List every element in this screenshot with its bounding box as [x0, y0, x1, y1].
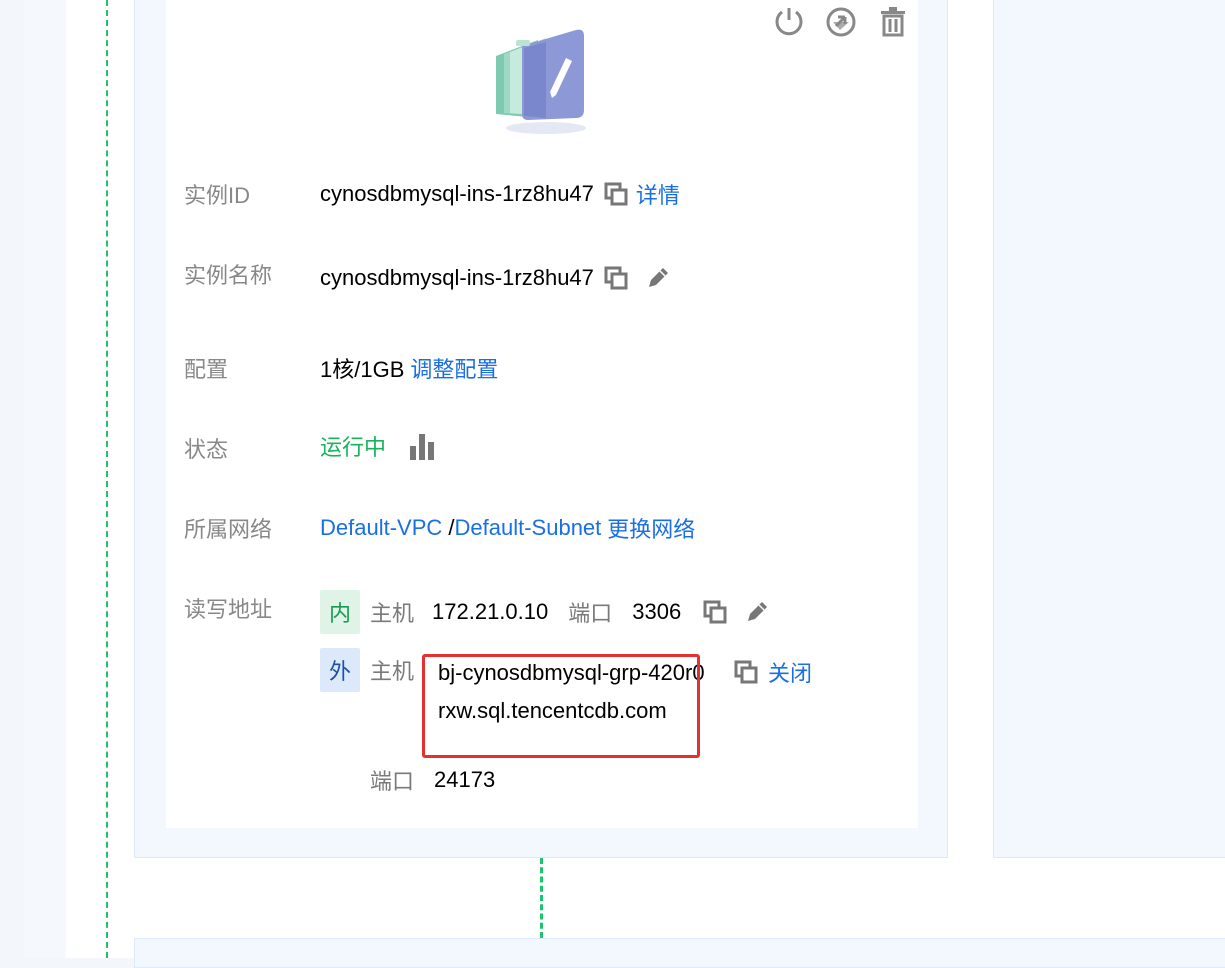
copy-icon[interactable] — [701, 598, 729, 626]
copy-icon[interactable] — [732, 658, 760, 686]
instance-name-value: cynosdbmysql-ins-1rz8hu47 — [320, 265, 594, 290]
network-label: 所属网络 — [184, 517, 273, 542]
side-panel — [993, 0, 1225, 858]
vpc-link[interactable]: Default-VPC — [320, 515, 442, 541]
edit-icon[interactable] — [743, 598, 771, 626]
external-host-label: 主机 — [370, 659, 415, 684]
card-actions — [772, 4, 910, 38]
external-port-value: 24173 — [434, 767, 496, 792]
instance-name-label: 实例名称 — [184, 263, 273, 288]
config-value: 1核/1GB — [320, 357, 405, 382]
connector-line-mid — [540, 858, 543, 938]
external-actions: 关闭 — [732, 656, 812, 688]
close-external-link[interactable]: 关闭 — [768, 656, 812, 688]
trash-icon[interactable] — [876, 4, 910, 38]
network-row: Default-VPC / Default-Subnet 更换网络 — [320, 512, 695, 544]
bottom-panel — [134, 938, 1225, 968]
copy-icon[interactable] — [602, 180, 630, 208]
internal-address-row: 内 主机 172.21.0.10 端口 3306 — [320, 590, 771, 634]
connector-line-left — [106, 0, 108, 958]
internal-host-value: 172.21.0.10 — [432, 599, 549, 624]
external-port-row: 端口 24173 — [370, 764, 495, 796]
status-row: 运行中 — [320, 430, 436, 462]
instance-id-value: cynosdbmysql-ins-1rz8hu47 — [320, 181, 594, 206]
reset-icon[interactable] — [824, 4, 858, 38]
change-network-link[interactable]: 更换网络 — [607, 512, 695, 544]
external-tag: 外 — [320, 648, 360, 692]
power-icon[interactable] — [772, 4, 806, 38]
status-label: 状态 — [184, 437, 229, 462]
external-port-label: 端口 — [370, 769, 415, 794]
highlight-box — [422, 654, 700, 758]
database-instance-icon — [496, 29, 586, 134]
details-link[interactable]: 详情 — [636, 178, 680, 210]
network-separator: / — [442, 515, 455, 540]
edit-icon[interactable] — [644, 264, 672, 292]
config-label: 配置 — [184, 357, 229, 382]
instance-id-label: 实例ID — [184, 183, 251, 208]
external-address-row: 外 主机 — [320, 648, 414, 692]
internal-tag: 内 — [320, 590, 360, 634]
internal-port-value: 3306 — [632, 599, 682, 624]
instance-id-row: cynosdbmysql-ins-1rz8hu47 详情 — [320, 178, 680, 210]
internal-host-label: 主机 — [370, 601, 415, 626]
instance-card: 实例ID cynosdbmysql-ins-1rz8hu47 详情 实例名称 c… — [166, 0, 918, 828]
adjust-config-link[interactable]: 调整配置 — [410, 352, 498, 384]
instance-name-row: cynosdbmysql-ins-1rz8hu47 — [320, 264, 672, 292]
status-value: 运行中 — [320, 435, 387, 460]
internal-port-label: 端口 — [568, 601, 613, 626]
subnet-link[interactable]: Default-Subnet — [455, 515, 602, 541]
monitor-chart-icon[interactable] — [408, 432, 436, 460]
config-row: 1核/1GB 调整配置 — [320, 352, 498, 384]
page-left-strip — [24, 0, 66, 958]
rw-address-label: 读写地址 — [184, 597, 273, 622]
copy-icon[interactable] — [602, 264, 630, 292]
